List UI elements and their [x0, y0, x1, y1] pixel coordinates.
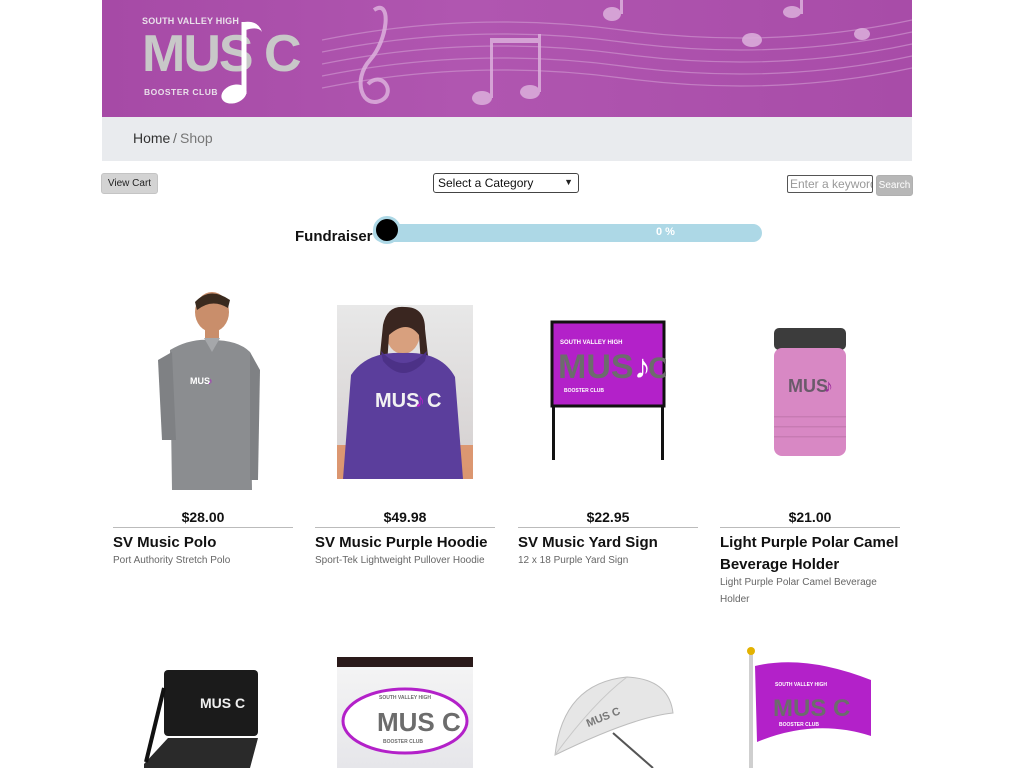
polo-shirt-icon: MUS ♪: [158, 292, 260, 490]
flag-icon: SOUTH VALLEY HIGH MUS C BOOSTER CLUB: [747, 647, 871, 768]
breadcrumb: Home / Shop: [102, 117, 912, 161]
yard-sign-icon: SOUTH VALLEY HIGH MUS ♪ C BOOSTER CLUB: [550, 320, 666, 460]
music-staff-decoration: [322, 0, 912, 105]
flag-product-image[interactable]: SOUTH VALLEY HIGH MUS C BOOSTER CLUB: [745, 646, 873, 768]
product-divider: [720, 527, 900, 528]
header-banner: SOUTH VALLEY HIGH MUS C BOOSTER CLUB: [102, 0, 912, 117]
product-price: $28.00: [181, 509, 225, 525]
breadcrumb-separator: /: [173, 130, 177, 146]
music-note-icon: [221, 21, 262, 104]
category-select[interactable]: Select a Category ▼: [433, 173, 579, 193]
can-cooler-product-image[interactable]: MUS ♪: [770, 326, 850, 458]
product-divider: [315, 527, 495, 528]
yard-sign-product-image[interactable]: SOUTH VALLEY HIGH MUS ♪ C BOOSTER CLUB: [550, 320, 666, 462]
flag-logo: MUS C: [773, 695, 850, 722]
svg-text:C: C: [427, 390, 441, 412]
stadium-seat-product-image[interactable]: MUS C: [140, 668, 262, 768]
sticker-product-image[interactable]: SOUTH VALLEY HIGH MUS C BOOSTER CLUB: [337, 657, 473, 768]
product-name[interactable]: SV Music Yard Sign: [518, 532, 703, 554]
category-select-value: Select a Category: [438, 176, 534, 190]
product-description: Port Authority Stretch Polo: [113, 555, 231, 566]
svg-text:♪: ♪: [415, 390, 425, 412]
product-divider: [518, 527, 698, 528]
svg-text:SOUTH VALLEY HIGH: SOUTH VALLEY HIGH: [560, 340, 622, 346]
fundraiser-label: Fundraiser: [295, 228, 373, 245]
product-price: $22.95: [586, 509, 630, 525]
search-button[interactable]: Search: [876, 175, 913, 196]
oval-sticker-icon: SOUTH VALLEY HIGH MUS C BOOSTER CLUB: [337, 657, 473, 755]
seat-logo: MUS C: [200, 695, 245, 711]
product-price: $21.00: [788, 509, 832, 525]
fundraiser-progress-knob: [373, 216, 401, 244]
svg-text:MUS: MUS: [375, 390, 419, 412]
hoodie-product-image[interactable]: MUS ♪ C: [337, 305, 473, 479]
sticker-school-name: SOUTH VALLEY HIGH: [379, 695, 431, 701]
sticker-booster-club: BOOSTER CLUB: [383, 739, 423, 745]
product-description: Light Purple Polar Camel Beverage Holder: [720, 577, 877, 605]
svg-text:♪: ♪: [208, 376, 213, 386]
svg-text:MUS: MUS: [558, 348, 634, 386]
product-description: Sport-Tek Lightweight Pullover Hoodie: [315, 555, 485, 566]
flag-booster-club: BOOSTER CLUB: [779, 722, 819, 728]
umbrella-icon: MUS C: [554, 676, 674, 768]
svg-text:♪: ♪: [824, 376, 833, 396]
product-name[interactable]: SV Music Polo: [113, 532, 298, 554]
booster-club-logo[interactable]: SOUTH VALLEY HIGH MUS C BOOSTER CLUB: [142, 14, 302, 106]
product-divider: [113, 527, 293, 528]
svg-text:MUS: MUS: [788, 376, 828, 396]
breadcrumb-home-link[interactable]: Home: [133, 130, 170, 146]
view-cart-button[interactable]: View Cart: [101, 173, 158, 194]
sticker-logo: MUS C: [377, 707, 461, 737]
svg-text:BOOSTER CLUB: BOOSTER CLUB: [564, 388, 604, 394]
svg-text:MUS: MUS: [190, 376, 210, 386]
fundraiser-percent: 0 %: [656, 226, 675, 238]
keyword-search-input[interactable]: Enter a keyword: [787, 175, 873, 193]
svg-text:C: C: [648, 352, 666, 385]
flag-school-name: SOUTH VALLEY HIGH: [775, 682, 827, 688]
product-price: $49.98: [383, 509, 427, 525]
stadium-seat-icon: MUS C: [144, 670, 258, 768]
product-name[interactable]: SV Music Purple Hoodie: [315, 532, 500, 554]
product-name[interactable]: Light Purple Polar Camel Beverage Holder: [720, 532, 905, 576]
umbrella-product-image[interactable]: MUS C: [553, 673, 675, 768]
chevron-down-icon: ▼: [564, 177, 573, 187]
product-description: 12 x 18 Purple Yard Sign: [518, 555, 629, 566]
breadcrumb-current: Shop: [180, 130, 213, 146]
polo-product-image[interactable]: MUS ♪: [150, 290, 262, 495]
can-cooler-icon: MUS ♪: [774, 328, 846, 456]
fundraiser-progress-bar: [373, 224, 762, 242]
hoodie-icon: MUS ♪ C: [337, 306, 473, 479]
logo-booster-club: BOOSTER CLUB: [144, 87, 218, 97]
